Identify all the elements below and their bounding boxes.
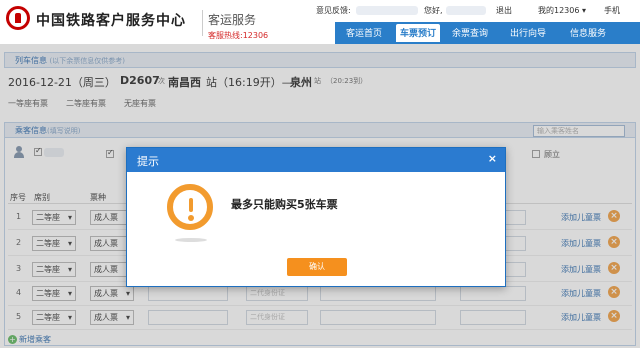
alert-dialog: 提示 × 最多只能购买5张车票 确认 xyxy=(126,147,506,287)
my12306-link[interactable]: 我的12306 ▾ xyxy=(538,5,586,16)
mobile-link[interactable]: 手机 xyxy=(604,5,620,16)
dialog-message: 最多只能购买5张车票 xyxy=(231,198,338,211)
warning-icon-shadow xyxy=(175,238,207,242)
feedback-link[interactable]: 意见反馈: xyxy=(316,5,351,16)
greeting: 您好, xyxy=(424,6,443,15)
dialog-title: 提示 xyxy=(137,155,159,168)
close-icon[interactable]: × xyxy=(488,152,497,165)
nav-item-info[interactable]: 信息服务 xyxy=(570,26,606,39)
username-blurred xyxy=(446,6,486,15)
main-nav: 客运首页 车票预订 余票查询 出行向导 信息服务 xyxy=(0,22,640,44)
nav-item-booking[interactable]: 车票预订 xyxy=(396,24,441,42)
nav-item-guide[interactable]: 出行向导 xyxy=(510,26,546,39)
feedback-email-blurred xyxy=(356,6,418,15)
dialog-header: 提示 × xyxy=(127,148,505,172)
logout-link[interactable]: 退出 xyxy=(496,5,512,16)
nav-item-remaining[interactable]: 余票查询 xyxy=(452,26,488,39)
top-bar: 中国铁路客户服务中心 客运服务 客服热线:12306 意见反馈: 您好, 退出 … xyxy=(0,0,640,44)
confirm-button[interactable]: 确认 xyxy=(287,258,347,276)
nav-item-home[interactable]: 客运首页 xyxy=(346,26,382,39)
warning-icon xyxy=(167,184,213,230)
